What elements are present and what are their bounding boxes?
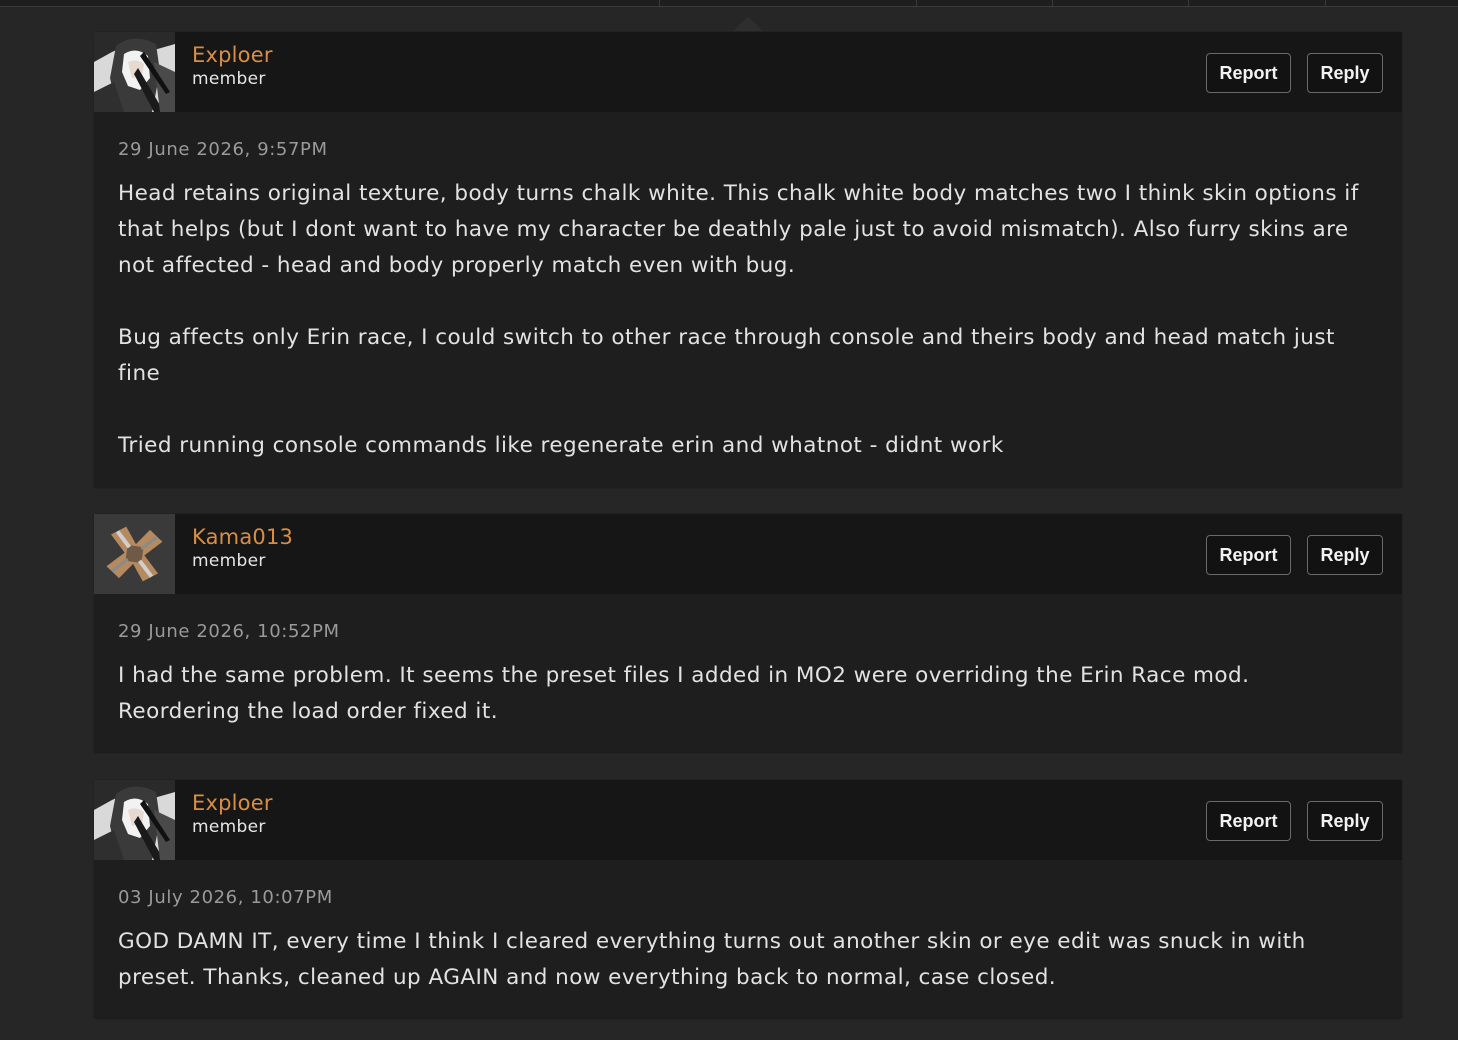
author-role: member xyxy=(192,551,266,571)
author-block: Kama013 member xyxy=(192,524,293,572)
comment-card: Kama013 member Report Reply 29 June 2026… xyxy=(93,513,1403,754)
comment-paragraph: Tried running console commands like rege… xyxy=(118,433,1004,458)
comment-card: Exploer member Report Reply 29 June 2026… xyxy=(93,31,1403,489)
report-button[interactable]: Report xyxy=(1206,53,1291,93)
reply-button[interactable]: Reply xyxy=(1307,801,1383,841)
author-role: member xyxy=(192,69,266,89)
user-avatar[interactable] xyxy=(94,32,175,112)
report-button[interactable]: Report xyxy=(1206,801,1291,841)
author-name-link[interactable]: Kama013 xyxy=(192,524,293,550)
nav-divider xyxy=(1325,0,1326,6)
author-name-link[interactable]: Exploer xyxy=(192,42,273,68)
user-avatar[interactable] xyxy=(94,514,175,594)
comment-body: 29 June 2026, 9:57PM Head retains origin… xyxy=(94,112,1402,488)
comment-paragraph: Bug affects only Erin race, I could swit… xyxy=(118,325,1335,386)
comment-card: Exploer member Report Reply 03 July 2026… xyxy=(93,779,1403,1020)
author-block: Exploer member xyxy=(192,42,273,90)
comment-header: Exploer member Report Reply xyxy=(94,780,1402,860)
comment-timestamp: 29 June 2026, 9:57PM xyxy=(118,139,328,160)
author-role: member xyxy=(192,817,266,837)
nav-divider xyxy=(916,0,917,6)
comment-paragraph: Head retains original texture, body turn… xyxy=(118,181,1359,278)
comment-body: 29 June 2026, 10:52PM I had the same pro… xyxy=(94,594,1402,754)
report-button[interactable]: Report xyxy=(1206,535,1291,575)
reply-button[interactable]: Reply xyxy=(1307,535,1383,575)
comment-paragraph: I had the same problem. It seems the pre… xyxy=(118,663,1250,724)
default-avatar-icon xyxy=(94,514,175,594)
author-block: Exploer member xyxy=(192,790,273,838)
user-avatar[interactable] xyxy=(94,780,175,860)
comment-timestamp: 03 July 2026, 10:07PM xyxy=(118,887,333,908)
comment-paragraph: GOD DAMN IT, every time I think I cleare… xyxy=(118,929,1306,990)
top-navigation-strip xyxy=(0,0,1458,7)
comment-header: Exploer member Report Reply xyxy=(94,32,1402,112)
nav-divider xyxy=(1052,0,1053,6)
anime-character-avatar-icon xyxy=(94,32,175,112)
anime-character-avatar-icon xyxy=(94,780,175,860)
author-name-link[interactable]: Exploer xyxy=(192,790,273,816)
comment-timestamp: 29 June 2026, 10:52PM xyxy=(118,621,340,642)
comment-body: 03 July 2026, 10:07PM GOD DAMN IT, every… xyxy=(94,860,1402,1020)
nav-divider xyxy=(659,0,660,6)
comment-header: Kama013 member Report Reply xyxy=(94,514,1402,594)
reply-button[interactable]: Reply xyxy=(1307,53,1383,93)
nav-divider xyxy=(1188,0,1189,6)
